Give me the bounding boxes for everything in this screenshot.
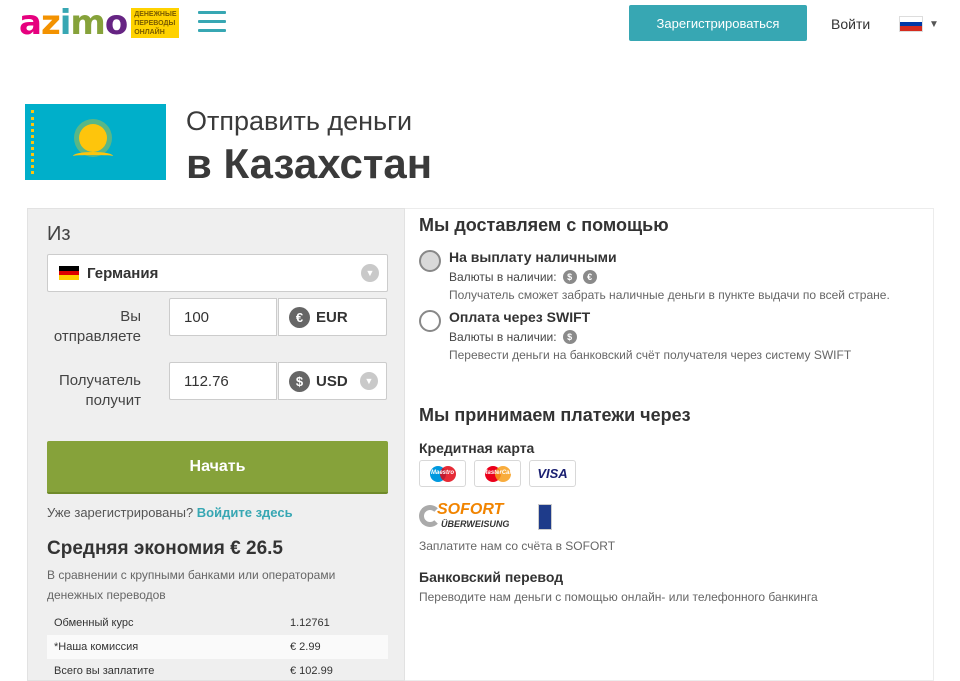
card-name: MasterCard (482, 469, 516, 476)
method-currencies: Валюты в наличии: $ € (449, 270, 597, 284)
send-money-form: Из Германия ▼ Вы отправляете € EUR Получ… (27, 208, 405, 681)
fee-label: Обменный курс (54, 617, 134, 629)
table-row: Обменный курс 1.12761 (47, 611, 388, 635)
login-link[interactable]: Войти (831, 16, 870, 32)
mastercard-icon: MasterCard (474, 460, 521, 487)
bank-transfer-description: Переводите нам деньги с помощью онлайн- … (419, 590, 818, 604)
credit-card-title: Кредитная карта (419, 440, 535, 456)
swift-method: Оплата через SWIFT Валюты в наличии: $ П… (419, 309, 919, 365)
sofort-description: Заплатите нам со счёта в SOFORT (419, 539, 616, 553)
receive-amount-label: Получатель получит (59, 372, 141, 409)
receive-currency-select[interactable]: $ USD ▼ (278, 362, 387, 400)
azimo-logo[interactable]: azimo денежные переводы онлайн (19, 3, 180, 43)
bank-transfer-title: Банковский перевод (419, 569, 564, 585)
logo-wordmark: azimo (19, 3, 128, 43)
registered-prompt: Уже зарегистрированы? Войдите здесь (47, 505, 293, 520)
method-title: Оплата через SWIFT (449, 309, 591, 325)
start-button[interactable]: Начать (47, 441, 388, 494)
chevron-down-icon: ▼ (929, 18, 939, 30)
euro-icon: € (289, 306, 310, 328)
method-title: На выплату наличными (449, 249, 617, 265)
send-amount-input[interactable] (169, 298, 277, 336)
payments-title: Мы принимаем платежи через (419, 405, 691, 425)
sofort-logo-line2: ÜBERWEISUNG (441, 519, 510, 529)
send-amount-label: Вы отправляете (53, 308, 141, 345)
table-row: *Наша комиссия € 2.99 (47, 635, 388, 659)
info-panel: Мы доставляем с помощью На выплату налич… (405, 208, 934, 681)
globe-icon (419, 310, 441, 332)
fee-value: 1.12761 (290, 617, 330, 629)
fee-value: € 2.99 (283, 635, 388, 659)
send-currency-display[interactable]: € EUR (278, 298, 387, 336)
currencies-label: Валюты в наличии: (449, 270, 557, 284)
dollar-icon: $ (562, 270, 577, 284)
fee-value: € 102.99 (290, 665, 333, 677)
dollar-icon: $ (289, 370, 310, 392)
savings-title: Средняя экономия € 26.5 (47, 538, 283, 559)
fee-label: Всего вы заплатите (54, 665, 155, 677)
menu-icon[interactable] (198, 11, 226, 35)
fee-table: Обменный курс 1.12761 *Наша комиссия € 2… (47, 611, 388, 681)
kazakhstan-flag-icon (25, 104, 166, 180)
register-button[interactable]: Зарегистрироваться (629, 5, 807, 41)
table-row: Всего вы заплатите € 102.99 (47, 659, 388, 681)
receive-currency-code: USD (316, 372, 348, 390)
logo-tagline: денежные переводы онлайн (131, 8, 180, 38)
sofort-logo: SOFORT ÜBERWEISUNG (419, 501, 515, 530)
dollar-icon: $ (562, 330, 577, 344)
receive-amount-input[interactable] (169, 362, 277, 400)
chevron-down-icon: ▼ (361, 264, 379, 282)
chevron-down-icon: ▼ (360, 372, 378, 390)
currencies-label: Валюты в наличии: (449, 330, 557, 344)
germany-flag-icon (59, 266, 79, 281)
visa-card-icon: VISA (529, 460, 576, 487)
fee-label: *Наша комиссия (47, 635, 283, 659)
method-currencies: Валюты в наличии: $ (449, 330, 577, 344)
country-select[interactable]: Германия ▼ (47, 254, 388, 292)
language-selector[interactable]: ▼ (899, 16, 939, 32)
page-title-line1: Отправить деньги (186, 106, 413, 136)
page-title-line2: в Казахстан (186, 140, 433, 187)
maestro-card-icon: Maestro (419, 460, 466, 487)
tuv-certificate-icon (538, 504, 552, 530)
send-currency-code: EUR (316, 308, 348, 326)
sofort-logo-line1: SOFORT (437, 501, 504, 518)
cash-pickup-method: На выплату наличными Валюты в наличии: $… (419, 249, 919, 305)
coins-icon (419, 250, 441, 272)
country-value: Германия (87, 264, 159, 282)
registered-text: Уже зарегистрированы? (47, 505, 194, 520)
euro-icon: € (582, 270, 597, 284)
login-here-link[interactable]: Войдите здесь (197, 505, 293, 520)
card-name: Maestro (430, 469, 454, 476)
method-description: Получатель сможет забрать наличные деньг… (449, 288, 890, 302)
delivery-title: Мы доставляем с помощью (419, 215, 669, 235)
from-label: Из (47, 223, 71, 245)
savings-description: В сравнении с крупными банками или опера… (47, 568, 336, 602)
russia-flag-icon (899, 16, 923, 32)
method-description: Перевести деньги на банковский счёт полу… (449, 348, 852, 362)
card-name: VISA (537, 466, 568, 481)
